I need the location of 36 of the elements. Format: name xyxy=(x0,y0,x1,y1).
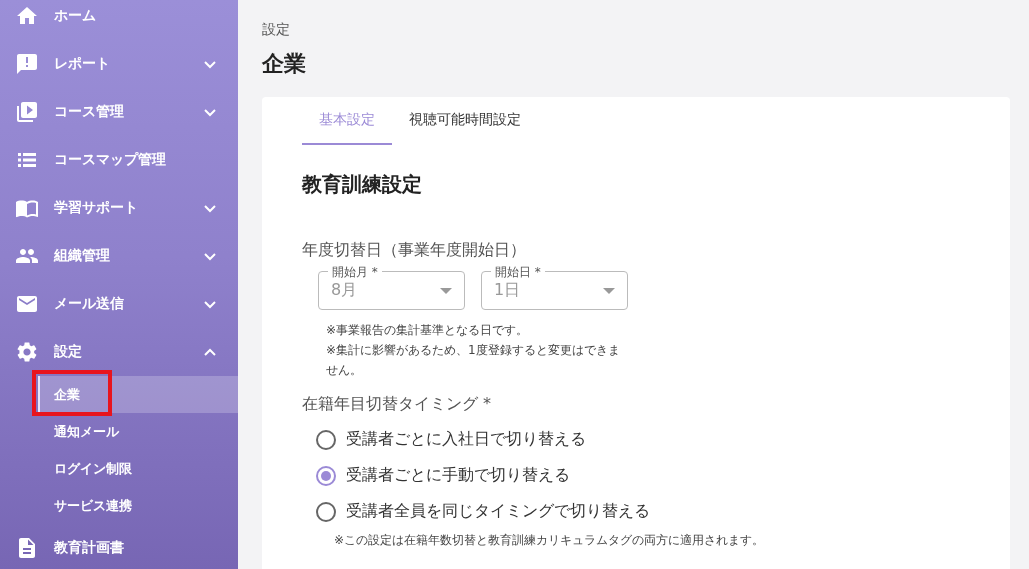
sidebar-item[interactable]: 教育計画書 xyxy=(0,524,238,569)
sidebar-item[interactable]: 組織管理 xyxy=(0,232,238,280)
page-title: 企業 xyxy=(262,50,307,78)
field-label: 年度切替日（事業年度開始日） xyxy=(302,240,527,261)
sidebar-item[interactable]: メール送信 xyxy=(0,280,238,328)
sidebar-subitem[interactable]: 通知メール xyxy=(0,413,238,450)
radio-button[interactable] xyxy=(316,501,336,522)
sidebar-item[interactable]: 学習サポート xyxy=(0,184,238,232)
sidebar-item[interactable]: コースマップ管理 xyxy=(0,136,238,184)
radio-button[interactable] xyxy=(316,429,336,450)
alert-bubble-icon xyxy=(15,52,39,76)
sidebar-subitem[interactable]: サービス連携 xyxy=(0,487,238,524)
note-text: ※事業報告の集計基準となる日です。 xyxy=(326,322,530,339)
note-text: ※この設定は在籍年数切替と教育訓練カリキュラムタグの両方に適用されます。 xyxy=(334,532,766,549)
sidebar-item[interactable]: コース管理 xyxy=(0,88,238,136)
tab[interactable]: 基本設定 xyxy=(302,97,392,145)
dropdown-caret-icon xyxy=(603,287,615,294)
dropdown-caret-icon xyxy=(440,287,452,294)
sidebar-item[interactable]: ホーム xyxy=(0,0,238,40)
sidebar-subitem[interactable]: ログイン制限 xyxy=(0,450,238,487)
sidebar-item[interactable]: レポート xyxy=(0,40,238,88)
radio-option[interactable]: 受講者全員を同じタイミングで切り替える xyxy=(316,501,970,522)
sidebar-item[interactable]: 設定 xyxy=(0,328,238,376)
radio-option[interactable]: 受講者ごとに手動で切り替える xyxy=(316,465,970,486)
field-label: 在籍年目切替タイミング * xyxy=(302,394,493,415)
select-label: 開始月 * xyxy=(328,264,382,281)
note-text: ※集計に影響があるため、1度登録すると変更はできません。 xyxy=(326,342,621,379)
radio-button[interactable] xyxy=(316,465,336,486)
select-label: 開始日 * xyxy=(491,264,545,281)
section-title: 教育訓練設定 xyxy=(302,171,423,198)
settings-icon xyxy=(15,340,39,364)
breadcrumb: 設定 xyxy=(262,21,291,39)
tab[interactable]: 視聴可能時間設定 xyxy=(392,97,538,145)
sidebar-subitem[interactable]: 企業 xyxy=(38,376,238,413)
radio-option[interactable]: 受講者ごとに入社日で切り替える xyxy=(316,429,970,450)
play-stack-icon xyxy=(15,100,39,124)
